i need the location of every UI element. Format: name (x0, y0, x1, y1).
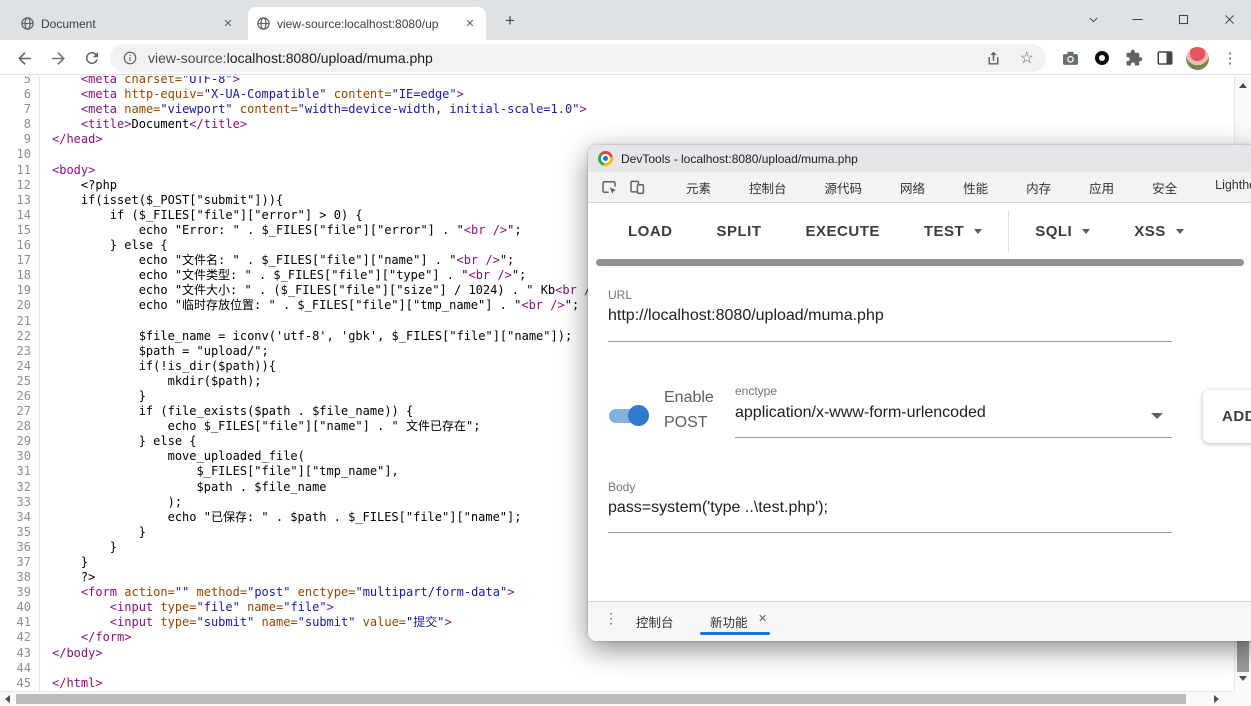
bookmark-star-icon[interactable]: ☆ (1020, 48, 1034, 68)
select-dropdown-icon[interactable] (1151, 413, 1163, 419)
profile-avatar[interactable] (1185, 46, 1209, 70)
enctype-field-label: enctype (735, 384, 777, 398)
toggle-thumb (628, 405, 649, 426)
enctype-field-underline (735, 437, 1172, 438)
device-toolbar-icon[interactable] (628, 177, 646, 197)
page-info-icon[interactable] (122, 50, 138, 66)
devtools-window: DevTools - localhost:8080/upload/muma.ph… (588, 145, 1251, 641)
tab-application[interactable]: 应用 (1089, 178, 1114, 197)
chevron-down-icon (974, 229, 982, 234)
devtools-titlebar[interactable]: DevTools - localhost:8080/upload/muma.ph… (588, 145, 1251, 172)
xss-menu-button[interactable]: XSS (1134, 223, 1184, 240)
drawer-tab-console[interactable]: 控制台 (636, 612, 674, 631)
tab-close-icon[interactable]: ✕ (462, 16, 478, 32)
reload-button[interactable] (80, 46, 104, 70)
tab-document[interactable]: Document ✕ (12, 7, 244, 40)
window-maximize-button[interactable] (1168, 4, 1198, 34)
source-line: 43</body> (0, 646, 1234, 661)
url-field-value[interactable]: http://localhost:8080/upload/muma.php (608, 307, 884, 325)
source-line: 45</html> (0, 676, 1234, 691)
tab-title: view-source:localhost:8080/up (277, 17, 456, 31)
url-field-label: URL (608, 288, 632, 302)
scroll-right-icon[interactable] (1214, 695, 1219, 703)
browser-window: Document ✕ view-source:localhost:8080/up… (0, 0, 1251, 706)
share-icon[interactable] (985, 50, 1002, 67)
forward-button[interactable] (46, 46, 70, 70)
window-chevron-button[interactable] (1078, 4, 1108, 34)
scroll-down-icon[interactable] (1239, 676, 1247, 681)
tab-network[interactable]: 网络 (900, 178, 925, 197)
panel-scrollbar-thumb[interactable] (596, 259, 1244, 266)
tab-performance[interactable]: 性能 (963, 178, 988, 197)
globe-favicon-icon (256, 16, 271, 31)
button-divider (1008, 210, 1009, 252)
tab-security[interactable]: 安全 (1152, 178, 1177, 197)
horizontal-scroll-thumb[interactable] (16, 694, 1186, 704)
active-tab-underline (700, 632, 770, 635)
load-button[interactable]: LOAD (628, 223, 673, 240)
drawer-menu-icon[interactable]: ⋮ (604, 609, 618, 627)
url-field-underline (608, 341, 1172, 342)
browser-menu-icon[interactable]: ⋮ (1218, 46, 1242, 70)
chevron-down-icon (1176, 229, 1184, 234)
hackbar-panel: LOAD SPLIT EXECUTE TEST SQLI XSS URL htt… (588, 203, 1251, 601)
tab-lighthouse[interactable]: Lighthouse (1215, 178, 1251, 197)
tab-title: Document (41, 17, 214, 31)
side-panel-icon[interactable] (1153, 46, 1177, 70)
source-line: 5 <meta charset="UTF-8"> (0, 76, 1234, 87)
chrome-logo-icon (598, 151, 613, 166)
window-close-button[interactable] (1214, 4, 1244, 34)
scroll-left-icon[interactable] (5, 695, 10, 703)
address-scheme: view-source: (148, 50, 227, 66)
hackbar-buttons: LOAD SPLIT EXECUTE TEST SQLI XSS (588, 207, 1251, 255)
address-path: localhost:8080/upload/muma.php (227, 50, 433, 66)
split-button[interactable]: SPLIT (717, 223, 762, 240)
enable-post-toggle[interactable] (606, 400, 660, 430)
devtools-drawer: ⋮ 控制台 新功能 ✕ (588, 601, 1251, 641)
add-button[interactable]: ADD (1203, 390, 1251, 443)
devtools-tabbar: 元素 控制台 源代码 网络 性能 内存 应用 安全 Lighthouse (588, 172, 1251, 203)
address-text: view-source:localhost:8080/upload/muma.p… (148, 50, 985, 66)
inspect-element-icon[interactable] (600, 177, 618, 197)
tab-view-source[interactable]: view-source:localhost:8080/up ✕ (248, 7, 486, 40)
tab-memory[interactable]: 内存 (1026, 178, 1051, 197)
scroll-up-icon[interactable] (1239, 83, 1247, 88)
tab-console[interactable]: 控制台 (749, 178, 787, 197)
source-line: 7 <meta name="viewport" content="width=d… (0, 102, 1234, 117)
chevron-down-icon (1082, 229, 1090, 234)
extensions-puzzle-icon[interactable] (1122, 46, 1146, 70)
back-button[interactable] (12, 46, 36, 70)
devtools-tabs: 元素 控制台 源代码 网络 性能 内存 应用 安全 Lighthouse (686, 178, 1251, 197)
new-tab-button[interactable]: + (499, 10, 521, 32)
screenshot-camera-icon[interactable] (1058, 46, 1082, 70)
tab-sources[interactable]: 源代码 (825, 178, 863, 197)
window-minimize-button[interactable] (1122, 4, 1152, 34)
enable-post-label: Enable POST (664, 385, 736, 435)
test-menu-button[interactable]: TEST (924, 223, 982, 240)
drawer-tab-close-icon[interactable]: ✕ (758, 612, 767, 625)
drawer-tab-whats-new[interactable]: 新功能 (710, 612, 748, 631)
tab-elements[interactable]: 元素 (686, 178, 711, 197)
body-field-underline (608, 532, 1172, 533)
sqli-menu-button[interactable]: SQLI (1035, 223, 1090, 240)
horizontal-scrollbar[interactable] (0, 691, 1234, 706)
tab-strip: Document ✕ view-source:localhost:8080/up… (0, 0, 1251, 40)
enctype-select-value[interactable]: application/x-www-form-urlencoded (735, 404, 986, 422)
address-bar[interactable]: view-source:localhost:8080/upload/muma.p… (110, 44, 1046, 72)
source-line: 44 (0, 661, 1234, 676)
tab-close-icon[interactable]: ✕ (220, 16, 236, 32)
recorder-ring-icon[interactable] (1090, 46, 1114, 70)
execute-button[interactable]: EXECUTE (806, 223, 880, 240)
globe-favicon-icon (20, 16, 35, 31)
source-line: 6 <meta http-equiv="X-UA-Compatible" con… (0, 87, 1234, 102)
source-line: 8 <title>Document</title> (0, 117, 1234, 132)
scrollbar-corner (1234, 691, 1251, 706)
body-field-label: Body (608, 480, 635, 494)
body-field-value[interactable]: pass=system('type ..\test.php'); (608, 499, 828, 517)
devtools-title: DevTools - localhost:8080/upload/muma.ph… (621, 152, 858, 166)
